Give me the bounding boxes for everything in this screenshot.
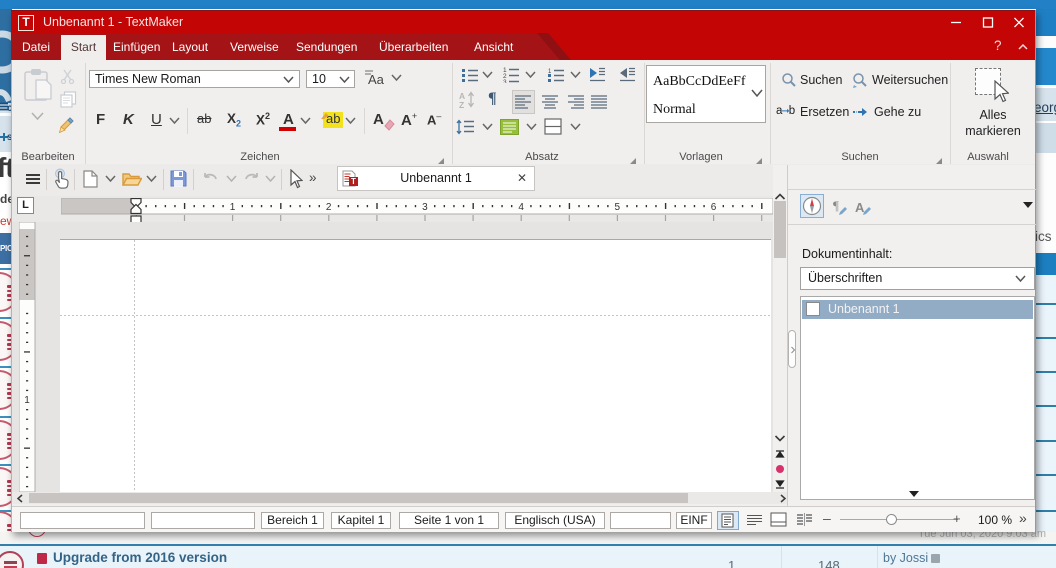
svg-text:3: 3 <box>503 79 507 83</box>
svg-text:6: 6 <box>711 202 717 213</box>
svg-text:2: 2 <box>326 202 332 213</box>
svg-text:A: A <box>855 200 865 215</box>
svg-text:Z: Z <box>459 100 464 110</box>
svg-text:5: 5 <box>615 202 621 213</box>
svg-text:1: 1 <box>24 395 30 406</box>
svg-text:3: 3 <box>422 202 428 213</box>
svg-text:4: 4 <box>518 202 524 213</box>
svg-text:Aa: Aa <box>368 72 385 86</box>
svg-text:1: 1 <box>230 202 236 213</box>
svg-text:¶: ¶ <box>833 198 839 213</box>
